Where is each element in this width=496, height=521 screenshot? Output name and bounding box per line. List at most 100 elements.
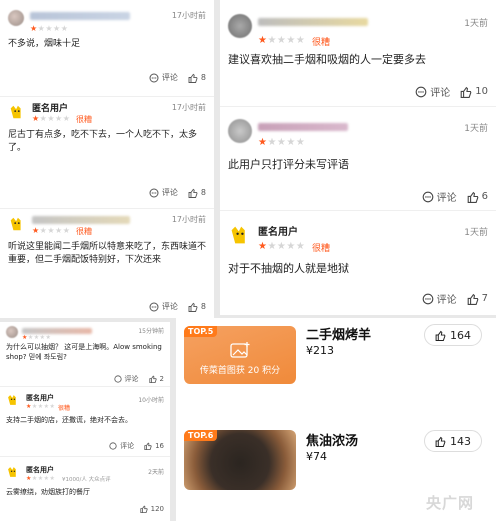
like-count: 8 (200, 188, 206, 197)
anonymous-avatar[interactable] (8, 215, 26, 233)
dish-like-count: 143 (450, 434, 471, 448)
comment-label: 评论 (124, 375, 139, 383)
like-count: 2 (159, 375, 164, 383)
thumbs-up-icon (460, 86, 472, 98)
username-blurred[interactable] (258, 18, 368, 26)
review-actions: 评论 7 (412, 291, 488, 306)
like-count: 8 (200, 302, 206, 311)
comment-label: 评论 (436, 193, 457, 204)
review-time: 1天前 (464, 124, 488, 134)
user-avatar[interactable] (228, 119, 252, 143)
dish-like-button[interactable]: 143 (424, 430, 482, 452)
comment-button[interactable]: 评论 (422, 291, 457, 306)
rating-label: 很糟 (76, 227, 92, 236)
comment-icon (149, 73, 159, 82)
anonymous-avatar[interactable] (8, 103, 26, 121)
rating-label: 很糟 (312, 38, 331, 48)
dish-name[interactable]: 二手烟烤羊 (306, 324, 371, 343)
rating-stars: ★★★★★ (258, 241, 306, 252)
review-text: 听说这里能闻二手烟所以特意来吃了，东西味道不重要，但二手烟配饭特别好，下次还来 (8, 242, 207, 266)
dish-name[interactable]: 焦油浓汤 (306, 430, 358, 449)
add-photo-icon (230, 342, 250, 358)
review-actions: 评论 2 (104, 374, 164, 384)
review-item: 17小时前 ★★★★★ 很糟 听说这里能闻二手烟所以特意来吃了，东西味道不重要，… (0, 208, 214, 318)
review-time: 2天前 (148, 469, 164, 476)
username-blurred[interactable] (258, 123, 348, 131)
like-button[interactable]: 7 (467, 293, 488, 305)
dish-image-placeholder[interactable]: TOP.5 传菜首图获 20 积分 (184, 326, 296, 384)
dish-like-button[interactable]: 164 (424, 324, 482, 346)
review-meta: ¥1000/人 大众点评 (62, 477, 111, 483)
like-button[interactable]: 8 (188, 302, 206, 312)
comment-icon (415, 86, 427, 97)
like-button[interactable]: 8 (188, 73, 206, 83)
review-time: 17小时前 (171, 103, 206, 112)
rating-label: 很糟 (58, 405, 71, 412)
rating-stars: ★★★★★ (26, 475, 56, 482)
comment-button[interactable]: 评论 (415, 84, 450, 99)
review-text: 对于不抽烟的人就是地狱 (228, 262, 349, 275)
review-text: 尼古丁有点多，吃不下去，一个人吃不下，太多了。 (8, 130, 198, 154)
thumbs-up-icon (435, 436, 446, 447)
like-count: 6 (481, 191, 488, 202)
like-button[interactable]: 16 (144, 442, 164, 450)
review-item: 匿名用户 2天前 ★★★★★ ¥1000/人 大众点评 云雾缭绕，劝烟族打的餐厅… (0, 456, 170, 521)
like-count: 10 (475, 86, 488, 97)
comment-button[interactable]: 评论 (149, 301, 178, 312)
review-time: 10小时前 (138, 397, 164, 404)
username[interactable]: 匿名用户 (26, 393, 54, 403)
review-panel-right: 1天前 ★★★★★ 很糟 建议喜欢抽二手烟和吸烟的人一定要多去 评论 10 1天… (220, 0, 496, 315)
rank-badge: TOP.6 (184, 430, 218, 441)
like-button[interactable]: 10 (460, 86, 488, 98)
comment-button[interactable]: 评论 (149, 72, 178, 83)
review-text: 为什么可以抽烟？ 这可是上海啊。Alow smoking shop? 믿에 좌도… (6, 343, 162, 362)
like-count: 8 (200, 73, 206, 82)
rating-stars: ★★★★★ (26, 403, 56, 410)
user-avatar[interactable] (8, 10, 24, 26)
review-actions: 评论 16 (99, 441, 164, 451)
thumbs-up-icon (467, 191, 478, 203)
review-actions: 评论 8 (139, 301, 206, 312)
dish-like-count: 164 (450, 328, 471, 342)
dish-photo[interactable]: TOP.6 (184, 430, 296, 490)
comment-button[interactable]: 评论 (113, 374, 139, 384)
anonymous-avatar[interactable] (6, 465, 20, 479)
like-button[interactable]: 8 (188, 188, 206, 198)
review-time: 17小时前 (171, 215, 206, 224)
comment-button[interactable]: 评论 (422, 189, 457, 204)
dish-item[interactable]: TOP.5 传菜首图获 20 积分 二手烟烤羊 ¥213 164 (176, 318, 496, 424)
review-actions: 评论 8 (139, 72, 206, 83)
comment-label: 评论 (430, 88, 451, 99)
anonymous-avatar[interactable] (228, 223, 252, 247)
review-text: 建议喜欢抽二手烟和吸烟的人一定要多去 (228, 53, 426, 66)
comment-label: 评论 (436, 295, 457, 306)
username[interactable]: 匿名用户 (258, 223, 298, 238)
comment-label: 评论 (161, 188, 178, 197)
like-button[interactable]: 2 (148, 375, 164, 383)
comment-button[interactable]: 评论 (109, 441, 134, 451)
review-time: 15分钟前 (138, 328, 164, 335)
user-avatar[interactable] (6, 326, 18, 338)
username[interactable]: 匿名用户 (32, 101, 68, 114)
review-item: 匿名用户 1天前 ★★★★★ 很糟 对于不抽烟的人就是地狱 评论 7 (220, 210, 496, 315)
review-item: 1天前 ★★★★★ 很糟 建议喜欢抽二手烟和吸烟的人一定要多去 评论 10 (220, 0, 496, 106)
review-time: 1天前 (464, 228, 488, 238)
user-avatar[interactable] (228, 14, 252, 38)
rating-stars: ★★★★★ (32, 226, 71, 235)
review-text: 云雾缭绕，劝烟族打的餐厅 (6, 488, 90, 496)
comment-button[interactable]: 评论 (149, 187, 178, 198)
username-blurred[interactable] (32, 216, 130, 224)
like-count: 16 (155, 442, 164, 450)
dish-item[interactable]: TOP.6 焦油浓汤 ¥74 143 央广网 (176, 424, 496, 521)
review-time: 17小时前 (171, 11, 206, 20)
anonymous-avatar[interactable] (6, 393, 20, 407)
like-button[interactable]: 6 (467, 191, 488, 203)
like-count: 7 (481, 293, 488, 304)
like-button[interactable]: 120 (140, 505, 164, 513)
thumbs-up-icon (188, 73, 198, 83)
review-text: 支持二手烟的店，还撒谎，绝对不会去。 (6, 416, 132, 424)
username-blurred[interactable] (30, 12, 130, 20)
comment-icon (149, 302, 159, 311)
comment-icon (149, 188, 159, 197)
username[interactable]: 匿名用户 (26, 465, 54, 475)
